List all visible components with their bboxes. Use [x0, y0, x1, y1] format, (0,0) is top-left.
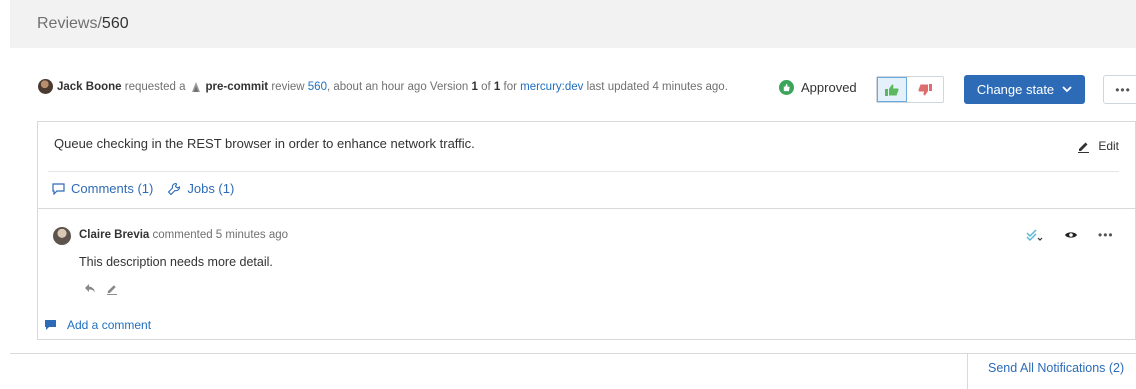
wrench-icon — [168, 182, 181, 195]
comment-author[interactable]: Claire Brevia — [79, 229, 149, 241]
thumbs-up-icon — [885, 84, 899, 96]
branch-link[interactable]: mercury:dev — [520, 81, 583, 93]
pre-commit-icon — [191, 81, 200, 92]
vote-group — [876, 76, 944, 103]
approved-icon — [779, 80, 794, 95]
breadcrumb-current: 560 — [101, 15, 129, 32]
send-all-notifications-button[interactable]: Send All Notifications (2) — [988, 361, 1124, 375]
tab-comments[interactable]: Comments (1) — [52, 181, 153, 196]
comment-more-button[interactable]: ••• — [1098, 228, 1114, 242]
divider — [38, 208, 1135, 209]
tab-bar: Comments (1) Jobs (1) — [52, 181, 234, 196]
eye-icon[interactable] — [1064, 230, 1078, 240]
version-number: 1 — [471, 80, 478, 93]
breadcrumb-bar: Reviews/560 — [10, 0, 1136, 48]
add-comment-link[interactable]: Add a comment — [44, 318, 151, 332]
status-badge: Approved — [779, 80, 857, 95]
review-meta: Jack Boone requested a pre-commit review… — [38, 79, 728, 94]
review-description: Queue checking in the REST browser in or… — [54, 136, 475, 151]
comment-actions — [84, 283, 118, 295]
chevron-down-icon — [1062, 86, 1072, 93]
requested-text: requested a — [124, 80, 186, 93]
tab-comments-label: Comments (1) — [71, 181, 154, 196]
change-state-label: Change state — [976, 82, 1055, 97]
edit-button[interactable]: Edit — [1077, 139, 1119, 153]
comment-body: This description needs more detail. — [79, 255, 273, 269]
review-author[interactable]: Jack Boone — [57, 81, 122, 93]
more-actions-button[interactable]: ••• — [1103, 75, 1136, 104]
version-total: 1 — [493, 80, 501, 93]
of-text: of — [481, 80, 491, 93]
review-type: pre-commit — [205, 80, 269, 93]
tab-jobs-label: Jobs (1) — [187, 181, 235, 196]
change-state-button[interactable]: Change state — [964, 75, 1085, 104]
pencil-icon[interactable] — [106, 283, 118, 295]
for-text: for — [503, 80, 517, 93]
updated-text: last updated 4 minutes ago. — [586, 80, 728, 93]
avatar[interactable] — [53, 227, 71, 245]
add-comment-label: Add a comment — [67, 318, 152, 332]
review-id-link[interactable]: 560 — [308, 81, 327, 93]
edit-label: Edit — [1098, 139, 1119, 153]
comment-icon — [45, 320, 56, 330]
thumbs-down-icon — [918, 83, 932, 95]
breadcrumb-parent[interactable]: Reviews — [37, 15, 97, 32]
time-text: , about an hour ago Version — [326, 80, 469, 93]
breadcrumb: Reviews/560 — [37, 15, 129, 33]
review-word: review — [271, 80, 305, 93]
tab-jobs[interactable]: Jobs (1) — [167, 181, 234, 196]
comment-meta: commented 5 minutes ago — [152, 229, 289, 241]
reply-icon[interactable] — [84, 283, 96, 293]
author-avatar[interactable] — [38, 79, 53, 94]
comment-toolbar: ••• — [1026, 228, 1114, 242]
pencil-icon — [1078, 142, 1090, 153]
more-icon: ••• — [1115, 82, 1131, 97]
double-check-dropdown-icon[interactable] — [1026, 228, 1044, 242]
divider — [48, 171, 1119, 172]
comment-icon — [52, 182, 65, 195]
vote-down-button[interactable] — [907, 77, 943, 102]
vote-up-button[interactable] — [877, 77, 907, 102]
status-label: Approved — [801, 80, 857, 95]
divider — [10, 353, 967, 354]
comment-header: Claire Brevia commented 5 minutes ago — [79, 229, 288, 241]
review-card: Queue checking in the REST browser in or… — [37, 121, 1136, 340]
